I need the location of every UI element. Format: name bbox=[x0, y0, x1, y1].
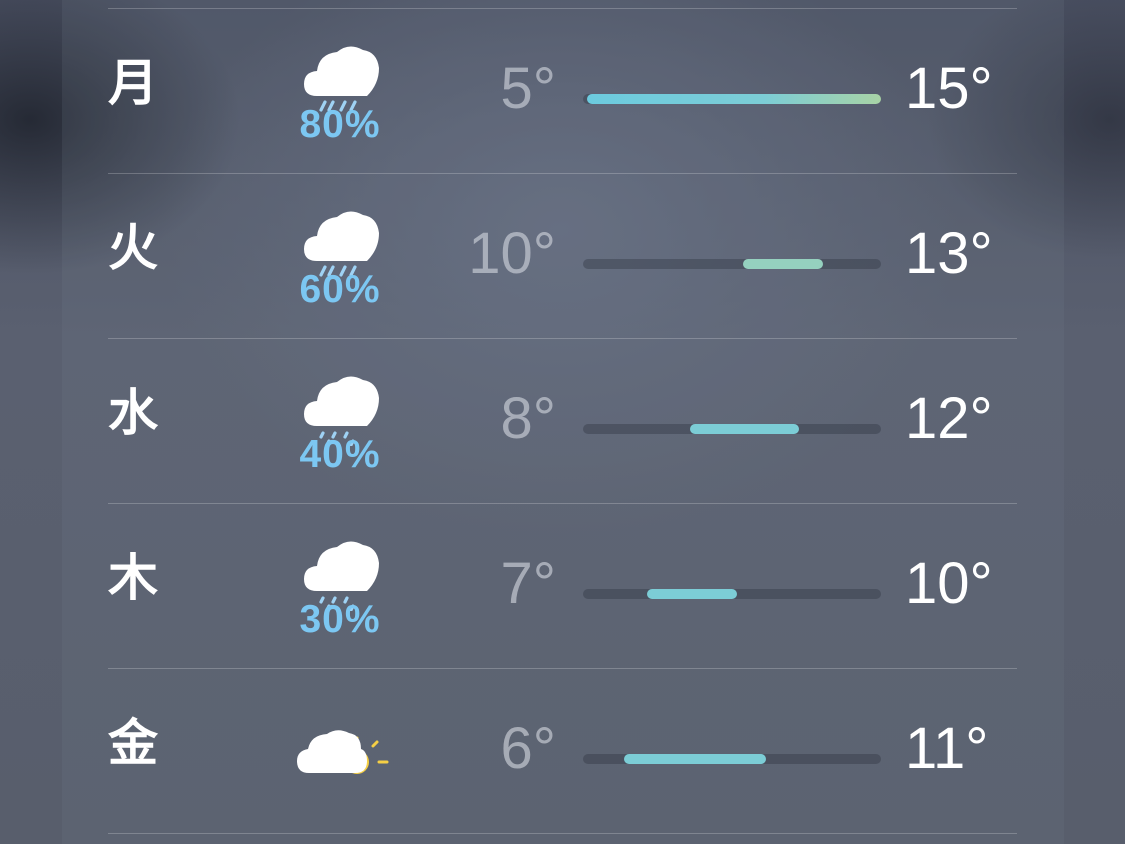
day-label: 金 bbox=[108, 714, 158, 772]
forecast-row: 月 80% 5° 15° bbox=[0, 8, 1125, 173]
low-temp: 6° bbox=[500, 716, 556, 781]
day-label: 月 bbox=[108, 54, 158, 112]
high-temp: 15° bbox=[905, 56, 993, 121]
precipitation-chance: 30% bbox=[299, 598, 381, 641]
temp-range-bar bbox=[587, 94, 881, 104]
precipitation-chance: 60% bbox=[299, 268, 381, 311]
temp-range-bar bbox=[743, 259, 823, 269]
low-temp: 10° bbox=[468, 221, 556, 286]
day-label: 木 bbox=[108, 549, 158, 607]
high-temp: 11° bbox=[905, 716, 989, 781]
partly-sunny-icon bbox=[295, 686, 390, 784]
high-temp: 10° bbox=[905, 551, 993, 616]
low-temp: 8° bbox=[500, 386, 556, 451]
temp-range-track bbox=[583, 589, 881, 599]
day-label: 火 bbox=[108, 219, 158, 277]
temp-range-track bbox=[583, 94, 881, 104]
day-label: 水 bbox=[108, 384, 158, 442]
forecast-row: 金 6° 11° bbox=[0, 668, 1125, 833]
high-temp: 12° bbox=[905, 386, 993, 451]
temp-range-track bbox=[583, 754, 881, 764]
temp-range-track bbox=[583, 424, 881, 434]
temp-range-bar bbox=[647, 589, 737, 599]
temp-range-bar bbox=[690, 424, 799, 434]
low-temp: 7° bbox=[500, 551, 556, 616]
temp-range-track bbox=[583, 259, 881, 269]
forecast-row: 水 40% 8° 12° bbox=[0, 338, 1125, 503]
row-divider bbox=[108, 833, 1017, 834]
precipitation-chance: 80% bbox=[299, 103, 381, 146]
low-temp: 5° bbox=[500, 56, 556, 121]
high-temp: 13° bbox=[905, 221, 993, 286]
precipitation-chance: 40% bbox=[299, 433, 381, 476]
temp-range-bar bbox=[624, 754, 766, 764]
forecast-row: 火 60% 10° 13° bbox=[0, 173, 1125, 338]
forecast-row: 木 30% 7° 10° bbox=[0, 503, 1125, 668]
